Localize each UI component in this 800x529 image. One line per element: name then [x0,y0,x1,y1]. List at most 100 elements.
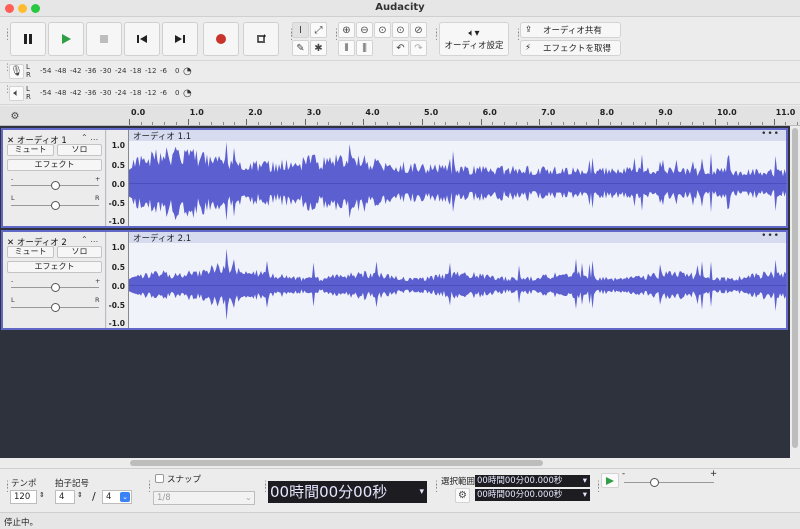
time-signature-denominator[interactable]: 4 ⌄ [102,490,132,504]
effects-button[interactable]: エフェクト [7,261,102,273]
gain-slider[interactable] [11,181,99,190]
solo-button[interactable]: ソロ [57,144,102,156]
gain-slider-knob[interactable] [51,181,60,190]
mute-button[interactable]: ミュート [7,144,54,156]
track-2[interactable]: ✕ オーディオ 2 ⌃ … ミュート ソロ エフェクト - + L R 1.0 … [1,230,788,330]
meter-tick-label: -36 [85,67,97,75]
track-menu-icon[interactable]: … [90,235,98,244]
silence-button[interactable]: ⫼ [356,40,373,56]
solo-button[interactable]: ソロ [57,246,102,258]
audio-setup-button[interactable]: 🔈︎▾ オーディオ設定 [439,22,509,56]
draw-tool-button[interactable]: ✎ [292,40,309,56]
get-effects-button[interactable]: ⚡︎ エフェクトを取得 [520,40,621,56]
audio-clip[interactable]: オーディオ 1.1 ••• [129,129,787,226]
timeline-ruler[interactable]: ⚙︎ 0.0 1.0 2.0 3.0 4.0 5.0 6.0 7.0 8.0 9.0 10.0 11.… [0,106,800,126]
clip-title-bar[interactable]: オーディオ 2.1 ••• [129,231,786,244]
toolbar-grip-icon[interactable]: ⋮ ⋮ [432,29,441,42]
play-speed-slider[interactable] [624,478,714,487]
ruler-minor-tick [281,122,283,125]
trim-button[interactable]: ⫴ [338,40,355,56]
toolbar-grip-icon[interactable]: ⋮ ⋮ [432,481,441,494]
tempo-label: テンポ [11,479,37,489]
gain-slider[interactable] [11,283,99,292]
tempo-stepper-icon[interactable]: ⇕ [39,491,45,499]
fit-project-button[interactable]: ⊙ [392,22,409,38]
redo-button[interactable]: ↷ [410,40,427,56]
track-control-panel[interactable]: ✕ オーディオ 2 ⌃ … ミュート ソロ エフェクト - + L R [3,232,106,328]
play-speed-slider-knob[interactable] [650,478,659,487]
ruler-minor-tick [398,122,400,125]
gain-slider-knob[interactable] [51,283,60,292]
clip-menu-icon[interactable]: ••• [761,231,780,241]
chevron-down-icon: ▾ [582,490,587,500]
tracks-area[interactable]: ✕ オーディオ 1 ⌃ … ミュート ソロ エフェクト - + L R 1.0 … [0,126,790,458]
selection-start-time[interactable]: 00時間00分00.000秒 ▾ [475,475,590,487]
toolbar-grip-icon[interactable]: ⋮ [3,64,12,73]
skip-to-start-button[interactable] [124,22,160,56]
track-1[interactable]: ✕ オーディオ 1 ⌃ … ミュート ソロ エフェクト - + L R 1.0 … [1,128,788,228]
meter-level-icon[interactable]: ◔ [183,66,192,77]
ruler-tick [304,119,306,125]
play-button[interactable] [48,22,84,56]
stop-button[interactable] [86,22,122,56]
time-display[interactable]: 00時間00分00秒 ▾ [268,481,427,503]
record-meter-button[interactable]: 🎙︎ [9,64,24,79]
zoom-toggle-button[interactable]: ⊘ [410,22,427,38]
waveform[interactable] [129,243,787,328]
track-order-icons[interactable]: ⌃ … [81,133,98,142]
loop-button[interactable] [243,22,279,56]
clip-title-bar[interactable]: オーディオ 1.1 ••• [129,129,786,142]
play-at-speed-button[interactable] [601,473,619,488]
timeline-settings-button[interactable]: ⚙︎ [8,109,22,123]
pan-slider-knob[interactable] [51,201,60,210]
selection-settings-button[interactable]: ⚙︎ [455,488,470,503]
toolbar-grip-icon[interactable]: ⋮ ⋮ [3,29,12,42]
pan-slider[interactable] [11,303,99,312]
share-audio-button[interactable]: ⇪ オーディオ共有 [520,22,621,38]
skip-to-end-button[interactable] [162,22,198,56]
amplitude-scale[interactable]: 1.0 0.5 0.0 -0.5 -1.0 [107,232,129,328]
pan-slider[interactable] [11,201,99,210]
toolbar-grip-icon[interactable]: ⋮ [3,86,12,95]
snap-select[interactable]: 1/8 ⌄ [153,491,255,505]
toolbar-grip-icon[interactable]: ⋮ ⋮ [261,481,270,494]
track-order-icons[interactable]: ⌃ … [81,235,98,244]
selection-end-time[interactable]: 00時間00分00.000秒 ▾ [475,489,590,501]
record-button[interactable] [203,22,239,56]
toolbar-grip-icon[interactable]: ⋮ ⋮ [287,29,296,42]
effects-button[interactable]: エフェクト [7,159,102,171]
toolbar-grip-icon[interactable]: ⋮ ⋮ [145,481,154,494]
tempo-input[interactable]: 120 [10,490,37,504]
meter-level-icon[interactable]: ◔ [183,88,192,99]
ruler-minor-tick [738,122,740,125]
amplitude-scale[interactable]: 1.0 0.5 0.0 -0.5 -1.0 [107,130,129,226]
chevron-down-icon[interactable]: ⌄ [120,492,130,502]
clip-menu-icon[interactable]: ••• [761,129,780,139]
undo-button[interactable]: ↶ [392,40,409,56]
fit-selection-button[interactable]: ⊙ [374,22,391,38]
snap-checkbox[interactable] [155,474,164,483]
multi-tool-button[interactable]: ✱ [310,40,327,56]
horizontal-scrollbar-thumb[interactable] [130,460,543,466]
numerator-stepper-icon[interactable]: ⇕ [77,491,83,499]
track-control-panel[interactable]: ✕ オーディオ 1 ⌃ … ミュート ソロ エフェクト - + L R [3,130,106,226]
zoom-in-button[interactable]: ⊕ [338,22,355,38]
pause-button[interactable] [10,22,46,56]
toolbar-grip-icon[interactable]: ⋮ ⋮ [3,481,12,494]
pan-slider-knob[interactable] [51,303,60,312]
toolbar-grip-icon[interactable]: ⋮ ⋮ [594,481,603,494]
vertical-scrollbar-thumb[interactable] [792,128,798,448]
vertical-scrollbar[interactable] [790,126,800,458]
horizontal-scrollbar[interactable] [0,458,800,468]
mute-button[interactable]: ミュート [7,246,54,258]
envelope-tool-button[interactable]: ⤢ [310,22,327,38]
time-signature-numerator[interactable]: 4 [55,490,75,504]
track-menu-icon[interactable]: … [90,133,98,142]
waveform[interactable] [129,141,787,226]
selection-tool-button[interactable]: I [292,22,309,38]
audio-clip[interactable]: オーディオ 2.1 ••• [129,231,787,328]
zoom-out-button[interactable]: ⊖ [356,22,373,38]
playback-meter-button[interactable]: 🔈︎ [9,86,24,101]
toolbar-grip-icon[interactable]: ⋮ ⋮ [514,29,523,42]
toolbar-grip-icon[interactable]: ⋮ ⋮ [332,29,341,42]
